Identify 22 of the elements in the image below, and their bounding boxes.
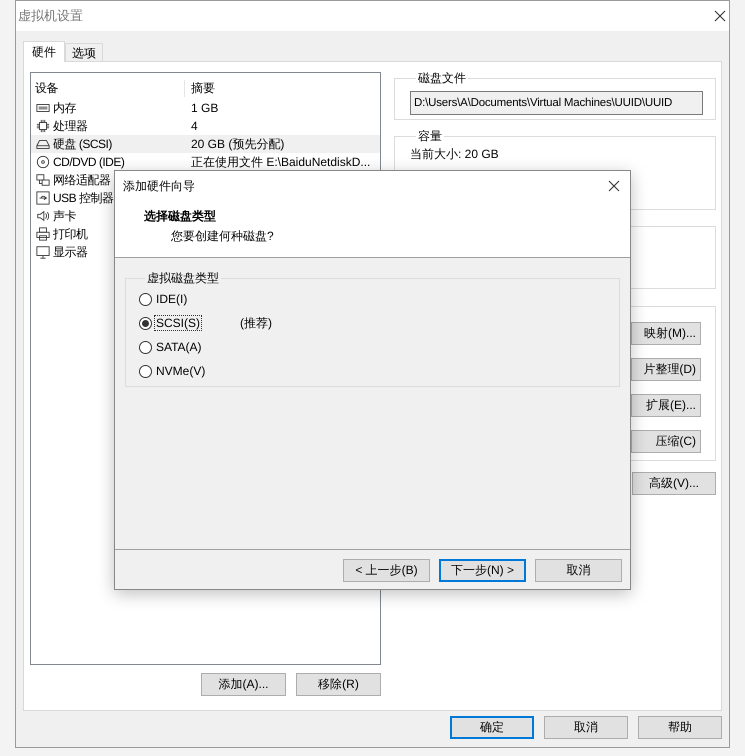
option-note: (推荐): [240, 314, 272, 332]
device-name: 硬盘 (SCSI): [53, 136, 112, 152]
current-size: 当前大小: 20 GB: [410, 147, 499, 161]
device-summary: 20 GB (预先分配): [191, 136, 284, 150]
device-name: 处理器: [53, 118, 88, 134]
device-name: 网络适配器: [53, 172, 110, 188]
device-summary: 4: [191, 119, 198, 133]
dialog-title: 添加硬件向导: [123, 178, 195, 194]
device-name: CD/DVD (IDE): [53, 155, 124, 169]
window-title: 虚拟机设置: [18, 7, 83, 25]
group-title: 虚拟磁盘类型: [146, 270, 220, 287]
device-summary: 1 GB: [191, 101, 218, 115]
group-title: 容量: [417, 128, 443, 145]
group-title: 磁盘文件: [417, 70, 467, 87]
device-name: USB 控制器: [53, 190, 114, 206]
device-summary: 正在使用文件 E:\BaiduNetdiskD...: [191, 154, 370, 168]
device-name: 声卡: [53, 208, 76, 224]
device-name: 内存: [53, 100, 76, 116]
wizard-subheading: 您要创建何种磁盘?: [171, 228, 275, 245]
wizard-heading: 选择磁盘类型: [144, 208, 217, 225]
device-name: 显示器: [53, 244, 88, 260]
device-name: 打印机: [53, 226, 88, 242]
